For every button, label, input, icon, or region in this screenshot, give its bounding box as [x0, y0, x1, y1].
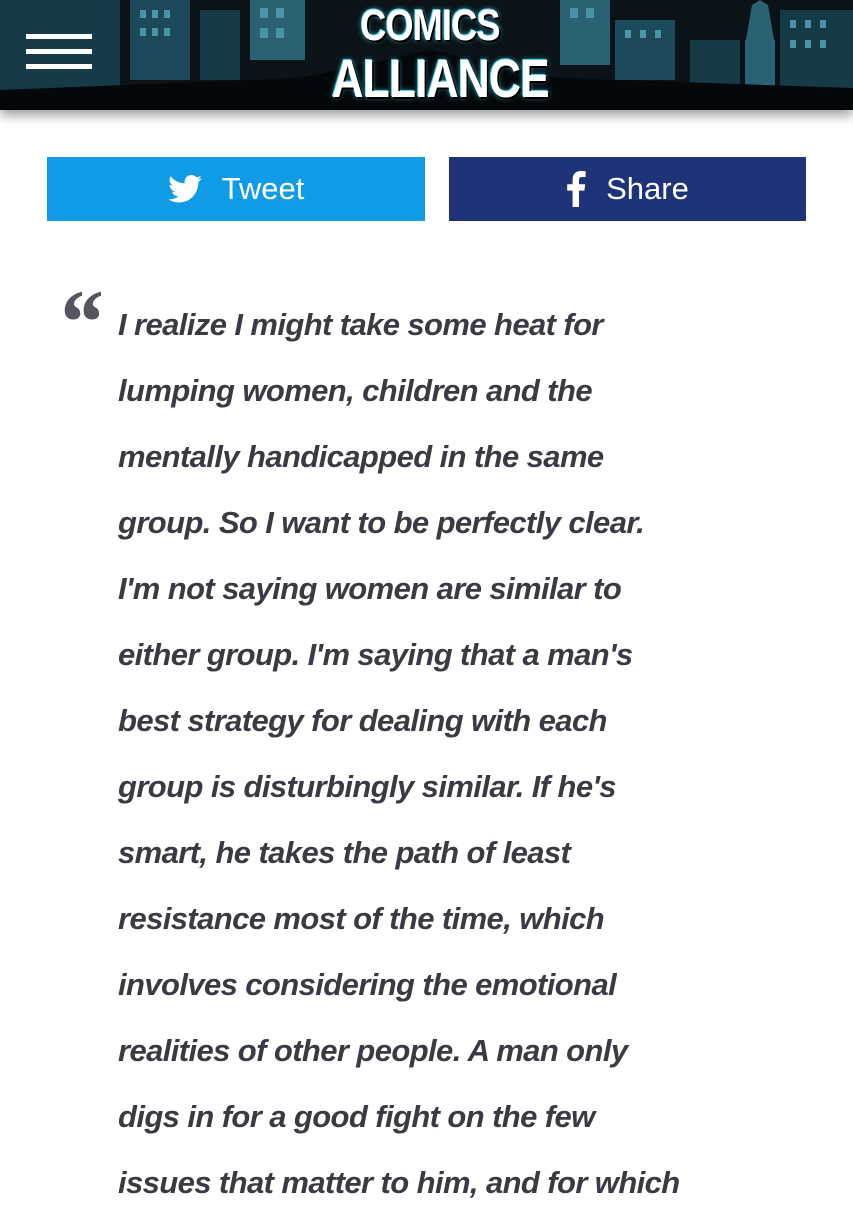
article-blockquote: I realize I might take some heat for lum… [118, 292, 818, 1216]
quote-line: lumping women, children and the [118, 373, 593, 408]
quote-line: group is disturbingly similar. If he's [118, 769, 616, 804]
hamburger-menu-button[interactable] [26, 34, 92, 70]
quote-line: best strategy for dealing with each [118, 703, 608, 738]
quote-line: group. So I want to be perfectly clear. [118, 505, 645, 540]
site-header: COMICS ALLIANCE [0, 0, 853, 110]
quote-mark: “ [56, 271, 102, 373]
quote-line: I'm not saying women are similar to [118, 571, 622, 606]
hamburger-menu-bar [26, 49, 92, 54]
quote-line: digs in for a good fight on the few [118, 1099, 595, 1134]
facebook-share-button[interactable]: Share [449, 157, 806, 221]
quote-line: realities of other people. A man only [118, 1033, 628, 1068]
quote-line: I realize I might take some heat for [118, 307, 603, 342]
quote-line: mentally handicapped in the same [118, 439, 604, 474]
quote-line: smart, he takes the path of least [118, 835, 571, 870]
tweet-label: Tweet [221, 171, 305, 206]
twitter-bird-icon [167, 175, 202, 203]
quote-line: involves considering the emotional [118, 967, 617, 1002]
facebook-f-icon [567, 171, 586, 207]
logo-line-2: ALLIANCE [331, 49, 550, 109]
share-label: Share [606, 171, 689, 206]
quote-line: either group. I'm saying that a man's [118, 637, 633, 672]
quote-line: issues that matter to him, and for which [118, 1165, 680, 1200]
quote-line: resistance most of the time, which [118, 901, 605, 936]
tweet-button[interactable]: Tweet [47, 157, 425, 221]
hamburger-menu-bar [26, 64, 92, 69]
logo-line-1: COMICS [360, 1, 500, 50]
site-logo[interactable]: COMICS ALLIANCE [310, 0, 550, 110]
hamburger-menu-icon [26, 34, 92, 39]
